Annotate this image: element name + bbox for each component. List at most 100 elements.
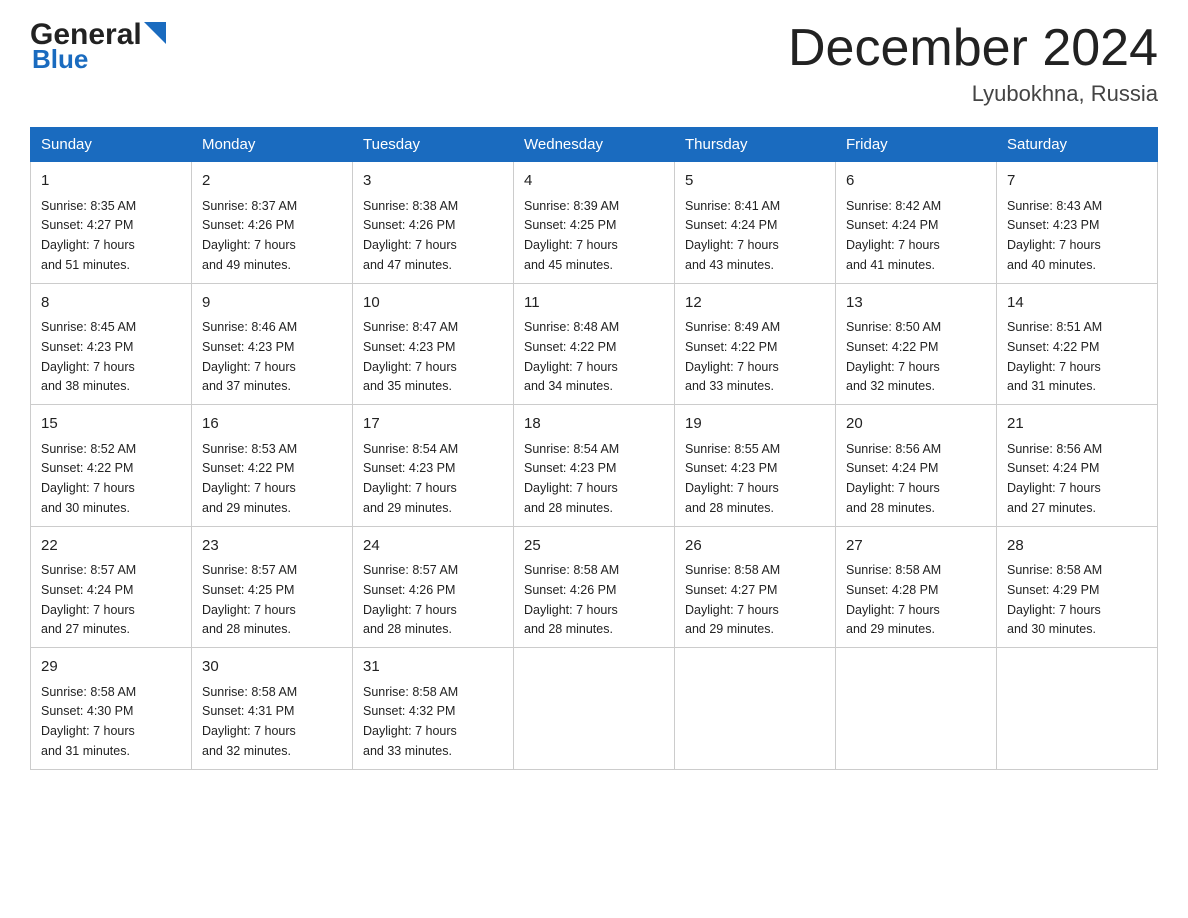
calendar-cell: 31Sunrise: 8:58 AM Sunset: 4:32 PM Dayli… xyxy=(353,648,514,770)
calendar-cell xyxy=(836,648,997,770)
day-number: 28 xyxy=(1007,535,1147,558)
day-info: Sunrise: 8:57 AM Sunset: 4:26 PM Dayligh… xyxy=(363,563,458,636)
calendar-cell: 24 Sunrise: 8:57 AM Sunset: 4:26 PM Dayli… xyxy=(353,526,514,648)
day-number: 22 xyxy=(41,535,181,558)
calendar-cell: 11 Sunrise: 8:48 AM Sunset: 4:22 PM Dayli… xyxy=(514,283,675,405)
day-number: 29 xyxy=(41,656,181,679)
calendar-cell: 25 Sunrise: 8:58 AM Sunset: 4:26 PM Dayli… xyxy=(514,526,675,648)
day-info: Sunrise: 8:46 AM Sunset: 4:23 PM Dayligh… xyxy=(202,320,297,393)
calendar-cell xyxy=(514,648,675,770)
day-number: 31 xyxy=(363,656,503,679)
calendar-cell: 1 Sunrise: 8:35 AM Sunset: 4:27 PM Daylig… xyxy=(31,162,192,284)
day-info: Sunrise: 8:42 AM Sunset: 4:24 PM Dayligh… xyxy=(846,199,941,272)
day-number: 19 xyxy=(685,413,825,436)
calendar-cell: 10Sunrise: 8:47 AM Sunset: 4:23 PM Dayli… xyxy=(353,283,514,405)
header-saturday: Saturday xyxy=(997,128,1158,162)
day-info: Sunrise: 8:58 AM Sunset: 4:28 PM Dayligh… xyxy=(846,563,941,636)
day-number: 24 xyxy=(363,535,503,558)
day-number: 7 xyxy=(1007,170,1147,193)
day-number: 3 xyxy=(363,170,503,193)
day-info: Sunrise: 8:50 AM Sunset: 4:22 PM Dayligh… xyxy=(846,320,941,393)
page-subtitle: Lyubokhna, Russia xyxy=(788,81,1158,107)
day-info: Sunrise: 8:49 AM Sunset: 4:22 PM Dayligh… xyxy=(685,320,780,393)
day-number: 14 xyxy=(1007,292,1147,315)
calendar-week-5: 29 Sunrise: 8:58 AM Sunset: 4:30 PM Dayli… xyxy=(31,648,1158,770)
day-number: 9 xyxy=(202,292,342,315)
calendar-cell: 7 Sunrise: 8:43 AM Sunset: 4:23 PM Daylig… xyxy=(997,162,1158,284)
calendar-cell: 22 Sunrise: 8:57 AM Sunset: 4:24 PM Dayli… xyxy=(31,526,192,648)
calendar-cell: 3 Sunrise: 8:38 AM Sunset: 4:26 PM Daylig… xyxy=(353,162,514,284)
day-number: 15 xyxy=(41,413,181,436)
day-number: 18 xyxy=(524,413,664,436)
calendar-cell: 21Sunrise: 8:56 AM Sunset: 4:24 PM Dayli… xyxy=(997,405,1158,527)
day-info: Sunrise: 8:47 AM Sunset: 4:23 PM Dayligh… xyxy=(363,320,458,393)
calendar-cell: 14 Sunrise: 8:51 AM Sunset: 4:22 PM Dayli… xyxy=(997,283,1158,405)
page-title: December 2024 xyxy=(788,20,1158,77)
day-number: 6 xyxy=(846,170,986,193)
calendar-header-row: SundayMondayTuesdayWednesdayThursdayFrid… xyxy=(31,128,1158,162)
calendar-cell: 30 Sunrise: 8:58 AM Sunset: 4:31 PM Dayli… xyxy=(192,648,353,770)
day-number: 25 xyxy=(524,535,664,558)
day-info: Sunrise: 8:35 AM Sunset: 4:27 PM Dayligh… xyxy=(41,199,136,272)
header-tuesday: Tuesday xyxy=(353,128,514,162)
day-info: Sunrise: 8:58 AM Sunset: 4:30 PM Dayligh… xyxy=(41,685,136,758)
calendar-cell: 9 Sunrise: 8:46 AM Sunset: 4:23 PM Daylig… xyxy=(192,283,353,405)
day-info: Sunrise: 8:56 AM Sunset: 4:24 PM Dayligh… xyxy=(846,442,941,515)
calendar-table: SundayMondayTuesdayWednesdayThursdayFrid… xyxy=(30,127,1158,770)
calendar-cell: 26 Sunrise: 8:58 AM Sunset: 4:27 PM Dayli… xyxy=(675,526,836,648)
header-monday: Monday xyxy=(192,128,353,162)
calendar-cell: 6 Sunrise: 8:42 AM Sunset: 4:24 PM Daylig… xyxy=(836,162,997,284)
day-info: Sunrise: 8:56 AM Sunset: 4:24 PM Dayligh… xyxy=(1007,442,1102,515)
day-info: Sunrise: 8:38 AM Sunset: 4:26 PM Dayligh… xyxy=(363,199,458,272)
calendar-cell: 16Sunrise: 8:53 AM Sunset: 4:22 PM Dayli… xyxy=(192,405,353,527)
day-info: Sunrise: 8:51 AM Sunset: 4:22 PM Dayligh… xyxy=(1007,320,1102,393)
header-sunday: Sunday xyxy=(31,128,192,162)
calendar-cell: 5 Sunrise: 8:41 AM Sunset: 4:24 PM Daylig… xyxy=(675,162,836,284)
calendar-cell: 2 Sunrise: 8:37 AM Sunset: 4:26 PM Daylig… xyxy=(192,162,353,284)
day-info: Sunrise: 8:54 AM Sunset: 4:23 PM Dayligh… xyxy=(363,442,458,515)
day-info: Sunrise: 8:57 AM Sunset: 4:24 PM Dayligh… xyxy=(41,563,136,636)
day-info: Sunrise: 8:58 AM Sunset: 4:26 PM Dayligh… xyxy=(524,563,619,636)
header-wednesday: Wednesday xyxy=(514,128,675,162)
calendar-cell xyxy=(675,648,836,770)
calendar-cell: 23Sunrise: 8:57 AM Sunset: 4:25 PM Dayli… xyxy=(192,526,353,648)
day-number: 30 xyxy=(202,656,342,679)
calendar-cell: 17Sunrise: 8:54 AM Sunset: 4:23 PM Dayli… xyxy=(353,405,514,527)
day-info: Sunrise: 8:55 AM Sunset: 4:23 PM Dayligh… xyxy=(685,442,780,515)
calendar-cell: 18 Sunrise: 8:54 AM Sunset: 4:23 PM Dayli… xyxy=(514,405,675,527)
day-info: Sunrise: 8:45 AM Sunset: 4:23 PM Dayligh… xyxy=(41,320,136,393)
day-info: Sunrise: 8:58 AM Sunset: 4:29 PM Dayligh… xyxy=(1007,563,1102,636)
page-header: General Blue December 2024 Lyubokhna, Ru… xyxy=(30,20,1158,107)
calendar-cell: 27 Sunrise: 8:58 AM Sunset: 4:28 PM Dayli… xyxy=(836,526,997,648)
day-info: Sunrise: 8:58 AM Sunset: 4:27 PM Dayligh… xyxy=(685,563,780,636)
header-thursday: Thursday xyxy=(675,128,836,162)
calendar-week-3: 15 Sunrise: 8:52 AM Sunset: 4:22 PM Dayli… xyxy=(31,405,1158,527)
calendar-cell: 12 Sunrise: 8:49 AM Sunset: 4:22 PM Dayli… xyxy=(675,283,836,405)
day-info: Sunrise: 8:37 AM Sunset: 4:26 PM Dayligh… xyxy=(202,199,297,272)
logo-arrow-icon xyxy=(144,22,166,44)
calendar-cell: 8 Sunrise: 8:45 AM Sunset: 4:23 PM Daylig… xyxy=(31,283,192,405)
day-info: Sunrise: 8:58 AM Sunset: 4:31 PM Dayligh… xyxy=(202,685,297,758)
day-number: 20 xyxy=(846,413,986,436)
day-info: Sunrise: 8:41 AM Sunset: 4:24 PM Dayligh… xyxy=(685,199,780,272)
day-number: 1 xyxy=(41,170,181,193)
logo-blue-text: Blue xyxy=(30,44,88,75)
day-number: 11 xyxy=(524,292,664,315)
calendar-cell: 19 Sunrise: 8:55 AM Sunset: 4:23 PM Dayli… xyxy=(675,405,836,527)
day-info: Sunrise: 8:48 AM Sunset: 4:22 PM Dayligh… xyxy=(524,320,619,393)
day-number: 2 xyxy=(202,170,342,193)
calendar-cell: 29 Sunrise: 8:58 AM Sunset: 4:30 PM Dayli… xyxy=(31,648,192,770)
day-info: Sunrise: 8:52 AM Sunset: 4:22 PM Dayligh… xyxy=(41,442,136,515)
day-number: 8 xyxy=(41,292,181,315)
calendar-cell: 4Sunrise: 8:39 AM Sunset: 4:25 PM Daylig… xyxy=(514,162,675,284)
day-info: Sunrise: 8:43 AM Sunset: 4:23 PM Dayligh… xyxy=(1007,199,1102,272)
calendar-week-4: 22 Sunrise: 8:57 AM Sunset: 4:24 PM Dayli… xyxy=(31,526,1158,648)
day-number: 27 xyxy=(846,535,986,558)
calendar-cell xyxy=(997,648,1158,770)
day-number: 26 xyxy=(685,535,825,558)
day-info: Sunrise: 8:54 AM Sunset: 4:23 PM Dayligh… xyxy=(524,442,619,515)
logo: General Blue xyxy=(30,20,166,75)
calendar-cell: 20 Sunrise: 8:56 AM Sunset: 4:24 PM Dayli… xyxy=(836,405,997,527)
day-number: 5 xyxy=(685,170,825,193)
day-number: 12 xyxy=(685,292,825,315)
